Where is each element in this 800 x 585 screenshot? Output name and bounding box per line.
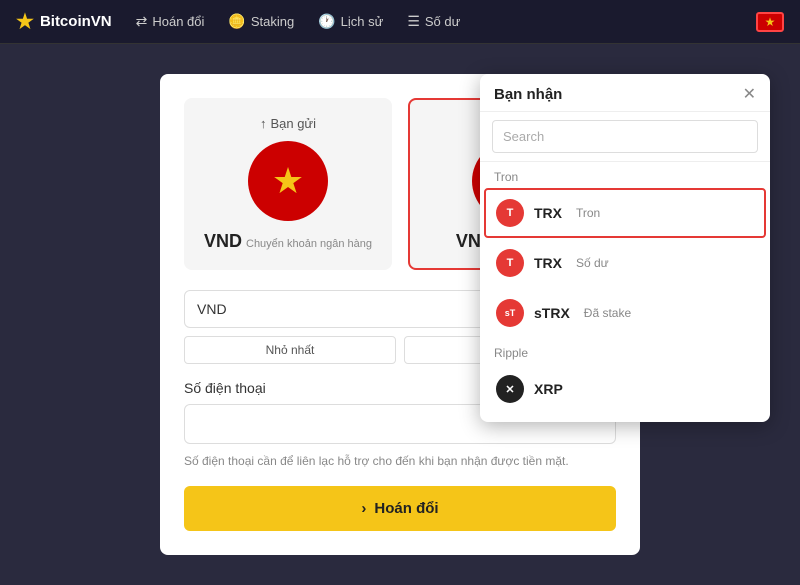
staking-icon: 🪙 — [228, 13, 245, 30]
list-item-strx[interactable]: sT sTRX Đã stake — [480, 288, 770, 338]
topnav: ★ BitcoinVN ⇄ Hoán đổi 🪙 Staking 🕐 Lịch … — [0, 0, 800, 44]
logo-star-icon: ★ — [16, 9, 34, 34]
list-item-trx-sodu[interactable]: T TRX Số dư — [480, 238, 770, 288]
send-currency-box[interactable]: ↑ Bạn gửi ★ VND Chuyển khoản ngân hàng — [184, 98, 392, 270]
nav-item-hoan-doi[interactable]: ⇄ Hoán đổi — [136, 13, 205, 30]
vn-flag-star-icon: ★ — [765, 15, 776, 29]
list-item-trx-tron[interactable]: T TRX Tron — [484, 188, 766, 238]
dropdown-title: Bạn nhận — [494, 86, 562, 103]
close-button[interactable]: ✕ — [743, 87, 756, 103]
dropdown-panel[interactable]: Bạn nhận ✕ Tron T TRX Tron T TRX Số dư s… — [480, 74, 770, 422]
group-label-tron: Tron — [480, 162, 770, 188]
send-currency-sub: Chuyển khoản ngân hàng — [246, 238, 372, 250]
nav-item-so-du[interactable]: ☰ Số dư — [407, 13, 460, 30]
dropdown-list: Tron T TRX Tron T TRX Số dư sT sTRX Đã s… — [480, 162, 770, 422]
dropdown-header: Bạn nhận ✕ — [480, 74, 770, 112]
lich-su-label: Lịch sử — [341, 14, 384, 29]
trx-sodu-icon: T — [496, 249, 524, 277]
strx-name: Đã stake — [584, 306, 631, 320]
strx-symbol: sTRX — [534, 305, 570, 321]
trx-tron-name: Tron — [576, 206, 600, 220]
min-button[interactable]: Nhỏ nhất — [184, 336, 396, 364]
hoan-doi-label: Hoán đổi — [152, 14, 204, 29]
swap-button[interactable]: › Hoán đổi — [184, 486, 616, 531]
send-flag-circle: ★ — [248, 141, 328, 221]
search-box — [480, 112, 770, 162]
group-label-ripple: Ripple — [480, 338, 770, 364]
xrp-icon: ✕ — [496, 375, 524, 403]
send-label-text: Bạn gửi — [270, 116, 316, 131]
nav-item-lich-su[interactable]: 🕐 Lịch sử — [318, 13, 383, 30]
lich-su-icon: 🕐 — [318, 13, 335, 30]
staking-label: Staking — [251, 14, 294, 29]
logo-text: BitcoinVN — [40, 13, 112, 30]
logo[interactable]: ★ BitcoinVN — [16, 9, 112, 34]
search-input[interactable] — [492, 120, 758, 153]
xrp-symbol: XRP — [534, 381, 563, 397]
trx-sodu-symbol: TRX — [534, 255, 562, 271]
send-label: ↑ Bạn gửi — [260, 116, 316, 131]
so-du-label: Số dư — [425, 14, 460, 29]
send-arrow-icon: ↑ — [260, 116, 267, 131]
nav-item-staking[interactable]: 🪙 Staking — [228, 13, 294, 30]
so-du-icon: ☰ — [407, 13, 420, 30]
nav-right: ★ — [756, 12, 784, 32]
phone-hint: Số điện thoại cần để liên lạc hỗ trợ cho… — [184, 452, 616, 470]
trx-tron-icon: T — [496, 199, 524, 227]
send-currency-name: VND — [204, 231, 242, 252]
list-item-xrp-sodu[interactable]: ✕ XRP Số dư — [480, 414, 770, 422]
swap-button-label: Hoán đổi — [374, 500, 438, 517]
send-flag-star-icon: ★ — [272, 163, 304, 199]
list-item-xrp[interactable]: ✕ XRP — [480, 364, 770, 414]
trx-sodu-name: Số dư — [576, 256, 609, 270]
send-currency-name-row: VND Chuyển khoản ngân hàng — [204, 231, 372, 252]
swap-button-icon: › — [361, 500, 366, 517]
strx-icon: sT — [496, 299, 524, 327]
language-flag-button[interactable]: ★ — [756, 12, 784, 32]
hoan-doi-icon: ⇄ — [136, 13, 148, 30]
trx-tron-symbol: TRX — [534, 205, 562, 221]
